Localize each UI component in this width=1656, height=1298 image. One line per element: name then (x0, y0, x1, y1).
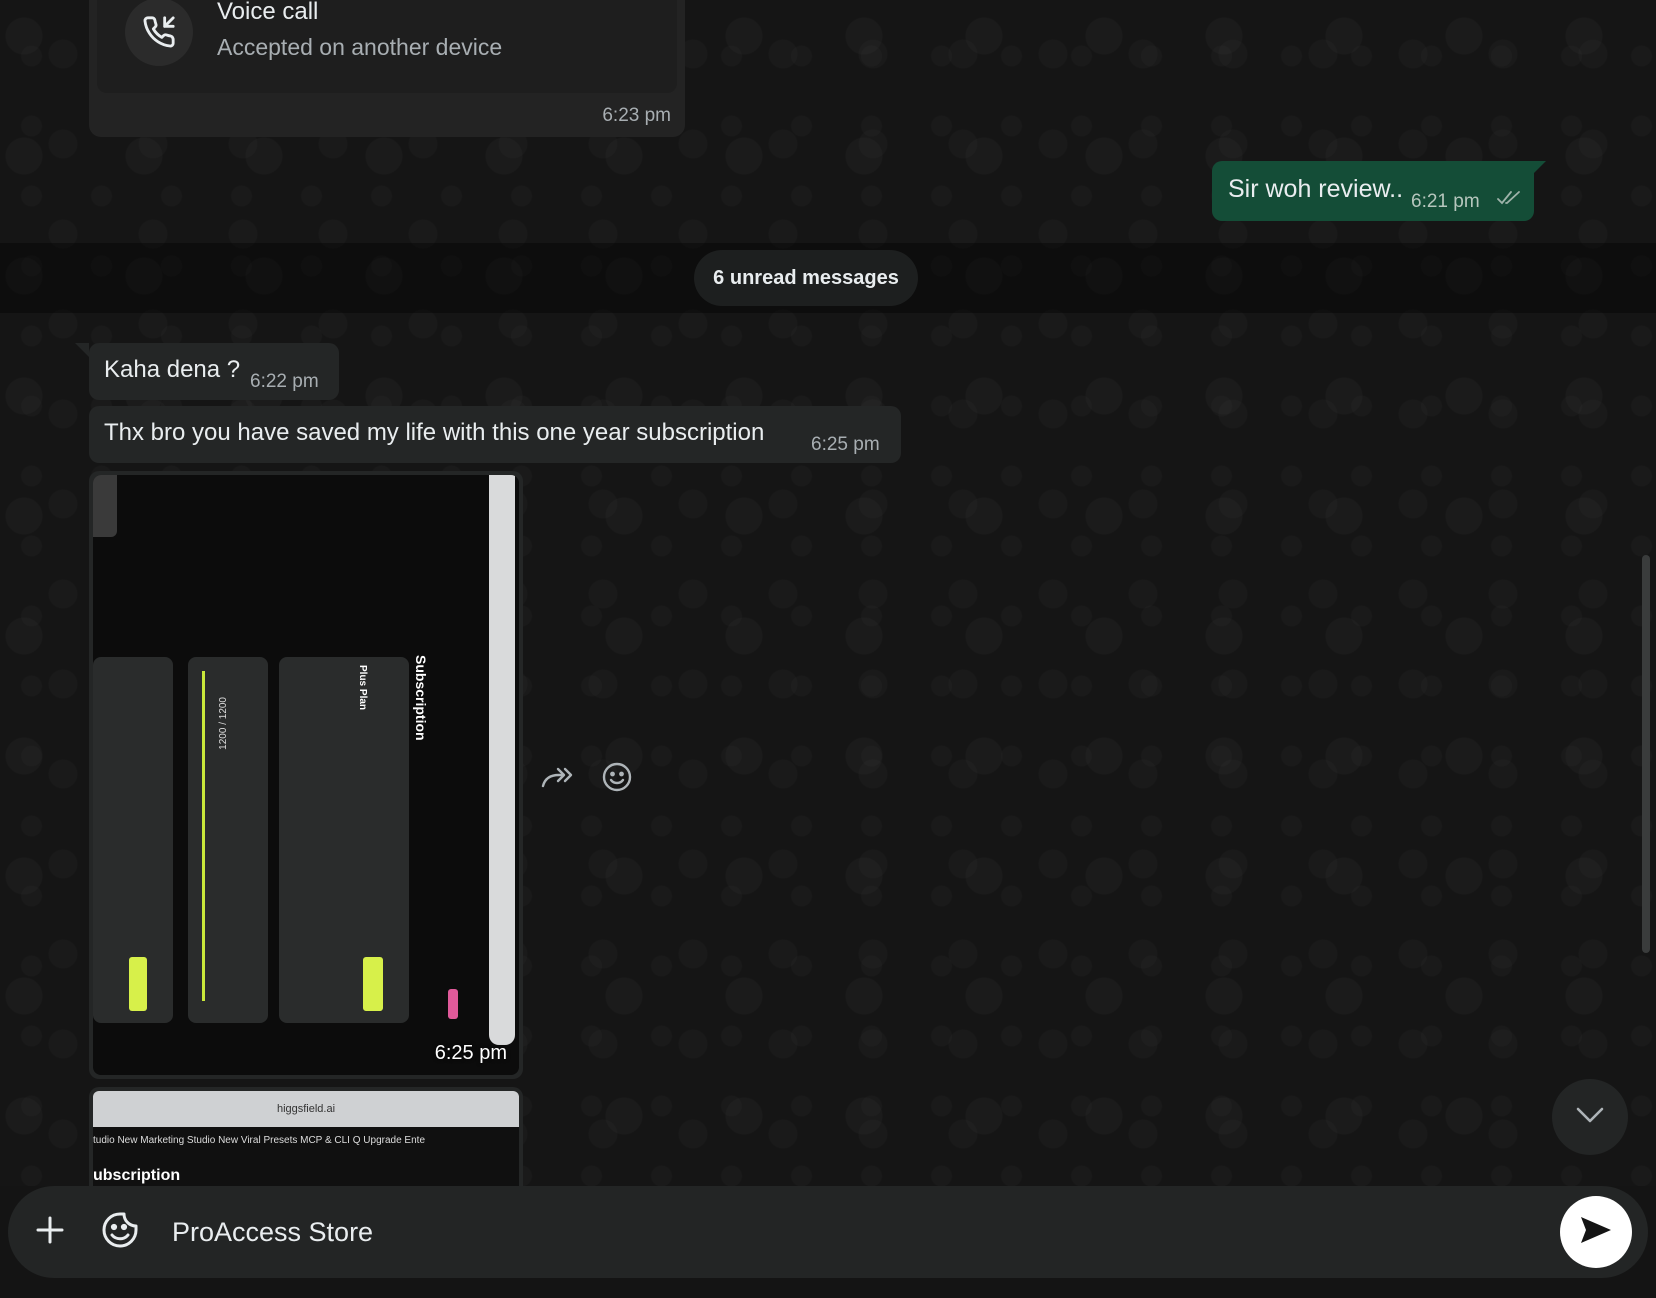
voice-call-message[interactable]: Voice call Accepted on another device 6:… (89, 0, 685, 137)
image-heading: ubscription (93, 1167, 181, 1184)
incoming-message[interactable]: Kaha dena ? 6:22 pm (89, 343, 339, 400)
sticker-icon (100, 1210, 140, 1255)
image-credits-text: 1200 / 1200 (218, 697, 229, 750)
composer-box (8, 1186, 1648, 1278)
message-input[interactable] (170, 1206, 1534, 1258)
message-time: 6:21 pm (1411, 191, 1480, 212)
message-time: 6:25 pm (811, 434, 880, 455)
incoming-message[interactable]: Thx bro you have saved my life with this… (89, 406, 901, 463)
message-image[interactable]: tudio New Marketing Studio New Viral Pre… (93, 1127, 519, 1187)
chevron-down-icon (1575, 1106, 1605, 1129)
sticker-button[interactable] (94, 1206, 146, 1258)
image-plan-name: Plus Plan (357, 665, 368, 711)
image-plan-card (279, 657, 409, 1023)
send-icon (1579, 1215, 1613, 1250)
image-card-button (129, 957, 147, 1011)
message-composer (0, 1186, 1656, 1298)
image-message[interactable]: higgsfield.ai tudio New Marketing Studio… (89, 1087, 523, 1187)
message-text: Thx bro you have saved my life with this… (104, 419, 765, 446)
image-message[interactable]: 1200 / 1200 Subscription Plus Plan 6:25 … (89, 471, 523, 1079)
send-button[interactable] (1560, 1196, 1632, 1268)
bubble-tail (75, 343, 89, 357)
incoming-call-icon (125, 0, 193, 66)
image-auto-refill-card (93, 657, 173, 1023)
image-url-bar: higgsfield.ai (93, 1091, 519, 1127)
message-text: Kaha dena ? (104, 356, 241, 383)
image-heading: Subscription (413, 655, 429, 741)
image-card-button (363, 957, 383, 1011)
message-image[interactable]: 1200 / 1200 Subscription Plus Plan 6:25 … (93, 475, 519, 1075)
image-upgrade-badge (448, 989, 458, 1019)
double-check-icon (1497, 190, 1521, 211)
voice-call-card[interactable]: Voice call Accepted on another device (97, 0, 677, 93)
unread-messages-label: 6 unread messages (694, 250, 918, 306)
image-browser-bar (489, 475, 515, 1045)
scroll-to-bottom-button[interactable] (1552, 1079, 1628, 1155)
message-text: Sir woh review.. (1228, 175, 1404, 203)
image-nav-text: tudio New Marketing Studio New Viral Pre… (93, 1135, 426, 1146)
plus-icon (35, 1215, 65, 1250)
image-progress-bar (202, 671, 205, 1001)
message-time: 6:23 pm (602, 105, 671, 126)
outgoing-message[interactable]: Sir woh review.. 6:21 pm (1212, 161, 1534, 221)
message-time: 6:22 pm (250, 371, 319, 392)
message-time: 6:25 pm (434, 1042, 507, 1064)
image-credits-card: 1200 / 1200 (188, 657, 268, 1023)
voice-call-status: Accepted on another device (217, 34, 503, 60)
attach-button[interactable] (26, 1208, 74, 1256)
chat-scrollbar[interactable] (1642, 555, 1650, 953)
bubble-tail (1532, 161, 1546, 175)
forward-icon[interactable] (538, 757, 578, 797)
image-corner-shape (93, 475, 117, 537)
voice-call-title: Voice call (217, 0, 319, 25)
emoji-react-icon[interactable] (597, 757, 637, 797)
